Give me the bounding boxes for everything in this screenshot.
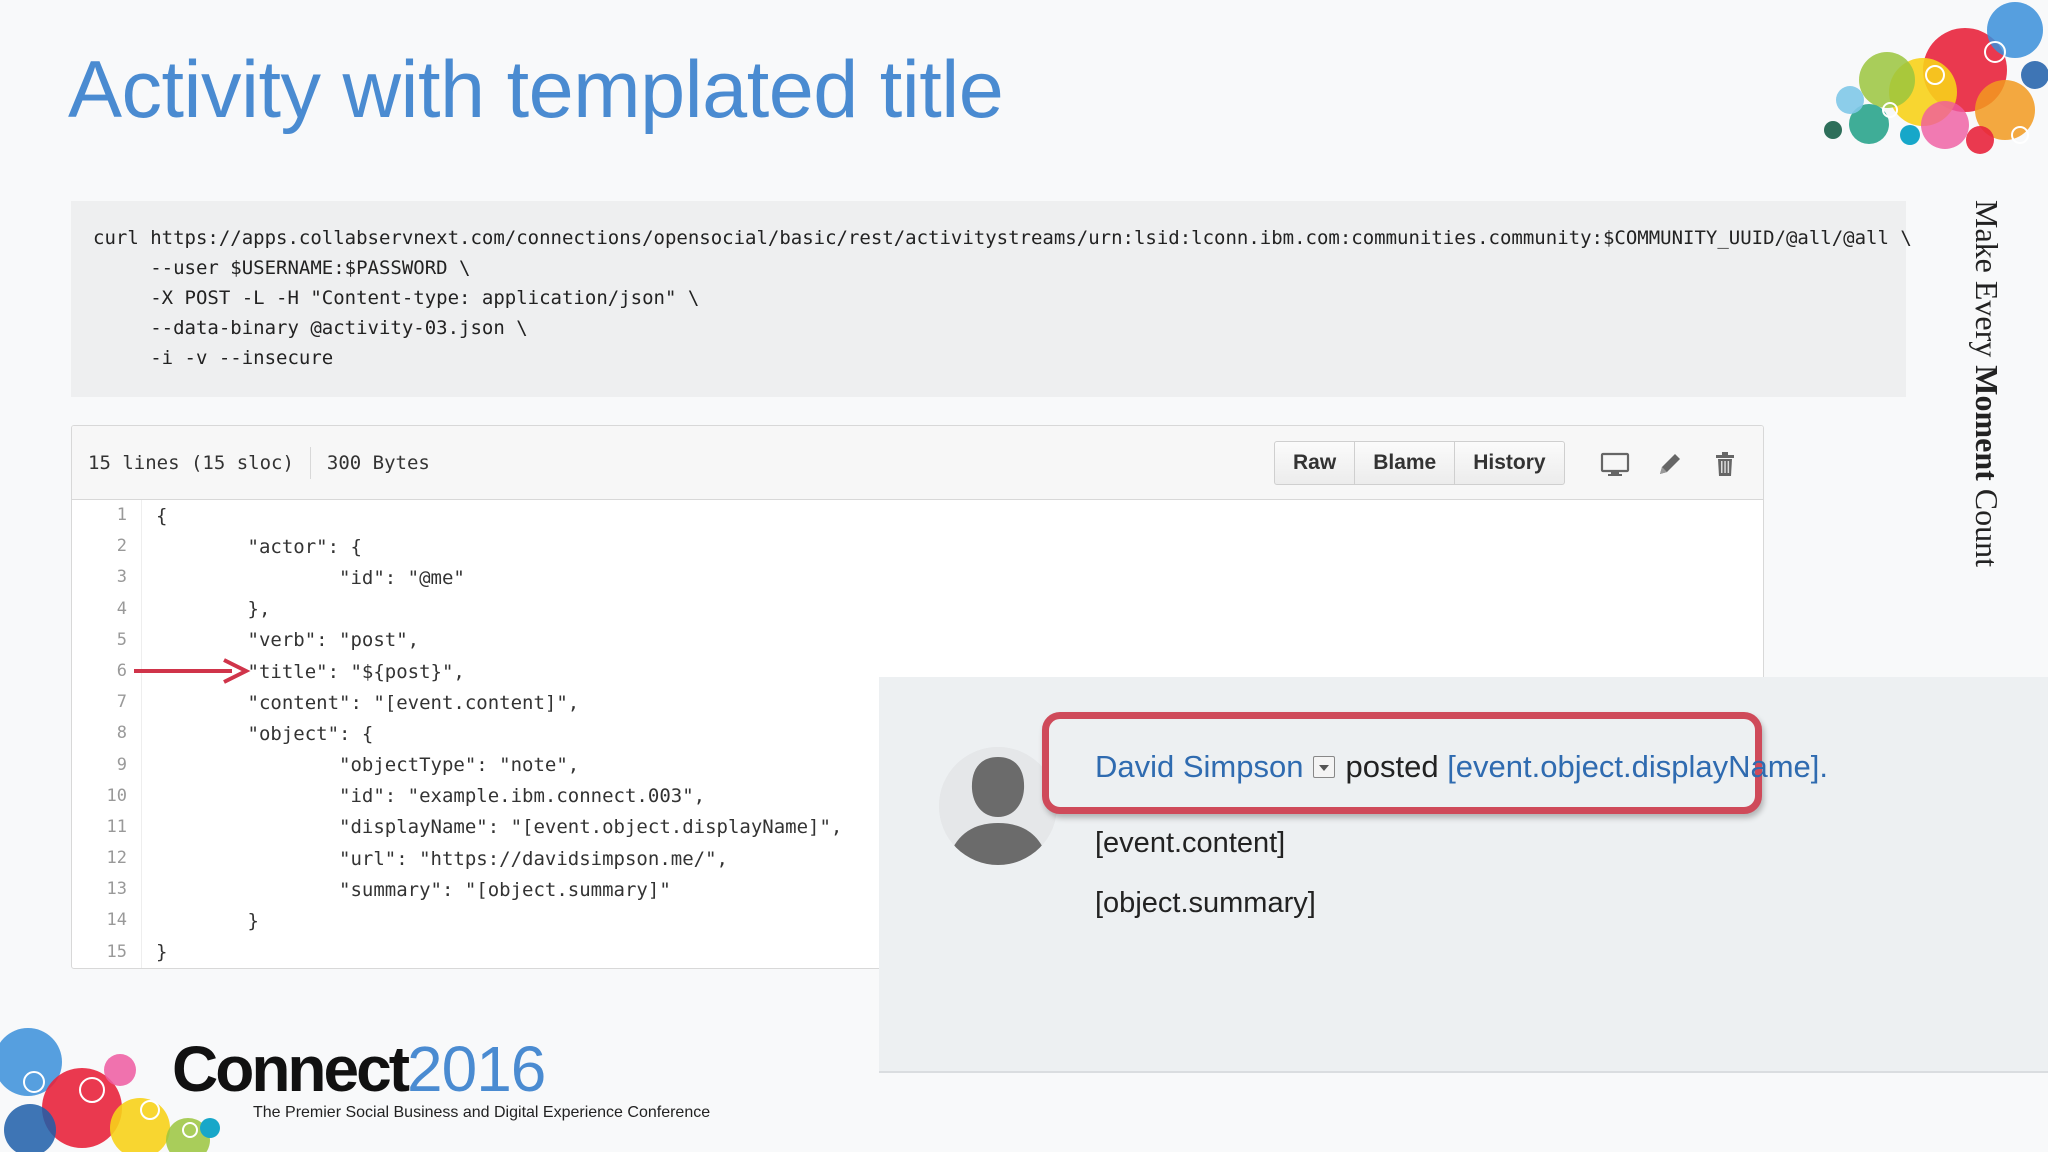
curl-command-block: curl https://apps.collabservnext.com/con… <box>71 201 1912 397</box>
slide-title: Activity with templated title <box>68 45 1004 135</box>
period: . <box>1819 749 1829 784</box>
line-number[interactable]: 15 <box>72 936 142 968</box>
dropdown-icon[interactable] <box>1313 756 1336 778</box>
code-line: 1{ <box>72 500 1763 532</box>
line-number[interactable]: 5 <box>72 624 142 656</box>
code-line: 5 "verb": "post", <box>72 624 1763 656</box>
activity-summary: [object.summary] <box>1095 887 1316 919</box>
command-line: -X POST -L -H "Content-type: application… <box>93 287 700 309</box>
actor-name-link[interactable]: David Simpson <box>1095 749 1303 785</box>
code-text: } <box>156 941 168 964</box>
code-text: { <box>156 504 168 527</box>
line-number[interactable]: 14 <box>72 905 142 937</box>
code-line: 4 }, <box>72 593 1763 625</box>
verb-text: posted <box>1345 749 1439 784</box>
desktop-icon[interactable] <box>1599 448 1631 480</box>
line-number[interactable]: 8 <box>72 718 142 750</box>
line-number[interactable]: 13 <box>72 874 142 906</box>
line-number[interactable]: 9 <box>72 749 142 781</box>
blame-button[interactable]: Blame <box>1355 442 1456 484</box>
line-number[interactable]: 1 <box>72 500 142 532</box>
code-line: 2 "actor": { <box>72 531 1763 563</box>
code-line: 3 "id": "@me" <box>72 562 1763 594</box>
activity-content: [event.content] <box>1095 827 1286 859</box>
code-text: "url": "https://davidsimpson.me/", <box>156 847 728 870</box>
decorative-bubbles-top <box>1824 2 2048 154</box>
file-header: 15 lines (15 sloc) 300 Bytes Raw Blame H… <box>72 426 1763 500</box>
history-button[interactable]: History <box>1455 442 1563 484</box>
line-number[interactable]: 2 <box>72 531 142 563</box>
activity-preview: David Simpson posted [event.object.displ… <box>879 677 2048 1073</box>
line-count: 15 lines (15 sloc) <box>88 452 294 474</box>
code-text: "id": "example.ibm.connect.003", <box>156 785 706 808</box>
line-number[interactable]: 4 <box>72 593 142 625</box>
activity-title: David Simpson posted [event.object.displ… <box>1095 749 1828 785</box>
red-arrow-icon <box>134 658 251 684</box>
line-number[interactable]: 7 <box>72 687 142 719</box>
code-text: } <box>156 910 259 933</box>
pencil-icon[interactable] <box>1654 448 1686 480</box>
file-size: 300 Bytes <box>326 452 430 474</box>
object-link[interactable]: [event.object.displayName] <box>1447 749 1819 785</box>
command-line: -i -v --insecure <box>93 347 334 369</box>
line-number[interactable]: 12 <box>72 843 142 875</box>
line-number[interactable]: 3 <box>72 562 142 594</box>
code-text: "verb": "post", <box>156 629 420 652</box>
connect-logo: Connect2016 <box>172 1033 546 1105</box>
file-actions: Raw Blame History <box>1274 441 1565 485</box>
code-text: "summary": "[object.summary]" <box>156 878 671 901</box>
raw-button[interactable]: Raw <box>1275 442 1356 484</box>
command-line: --data-binary @activity-03.json \ <box>93 317 528 339</box>
code-text: "actor": { <box>156 535 362 558</box>
code-text: }, <box>156 598 271 621</box>
code-text: "id": "@me" <box>156 566 465 589</box>
code-text: "object": { <box>156 722 374 745</box>
code-text: "objectType": "note", <box>156 754 580 777</box>
conference-tagline: The Premier Social Business and Digital … <box>253 1104 711 1121</box>
divider <box>309 447 311 479</box>
command-line: curl https://apps.collabservnext.com/con… <box>93 227 1912 249</box>
trash-icon[interactable] <box>1709 448 1741 480</box>
avatar <box>939 747 1057 865</box>
person-icon <box>939 747 1057 865</box>
side-tagline: Make Every Moment Count <box>1969 200 2005 568</box>
code-text: "displayName": "[event.object.displayNam… <box>156 816 843 839</box>
command-line: --user $USERNAME:$PASSWORD \ <box>93 257 471 279</box>
file-info: 15 lines (15 sloc) 300 Bytes <box>88 426 430 500</box>
code-text: "content": "[event.content]", <box>156 691 580 714</box>
line-number[interactable]: 11 <box>72 811 142 844</box>
line-number[interactable]: 10 <box>72 780 142 812</box>
